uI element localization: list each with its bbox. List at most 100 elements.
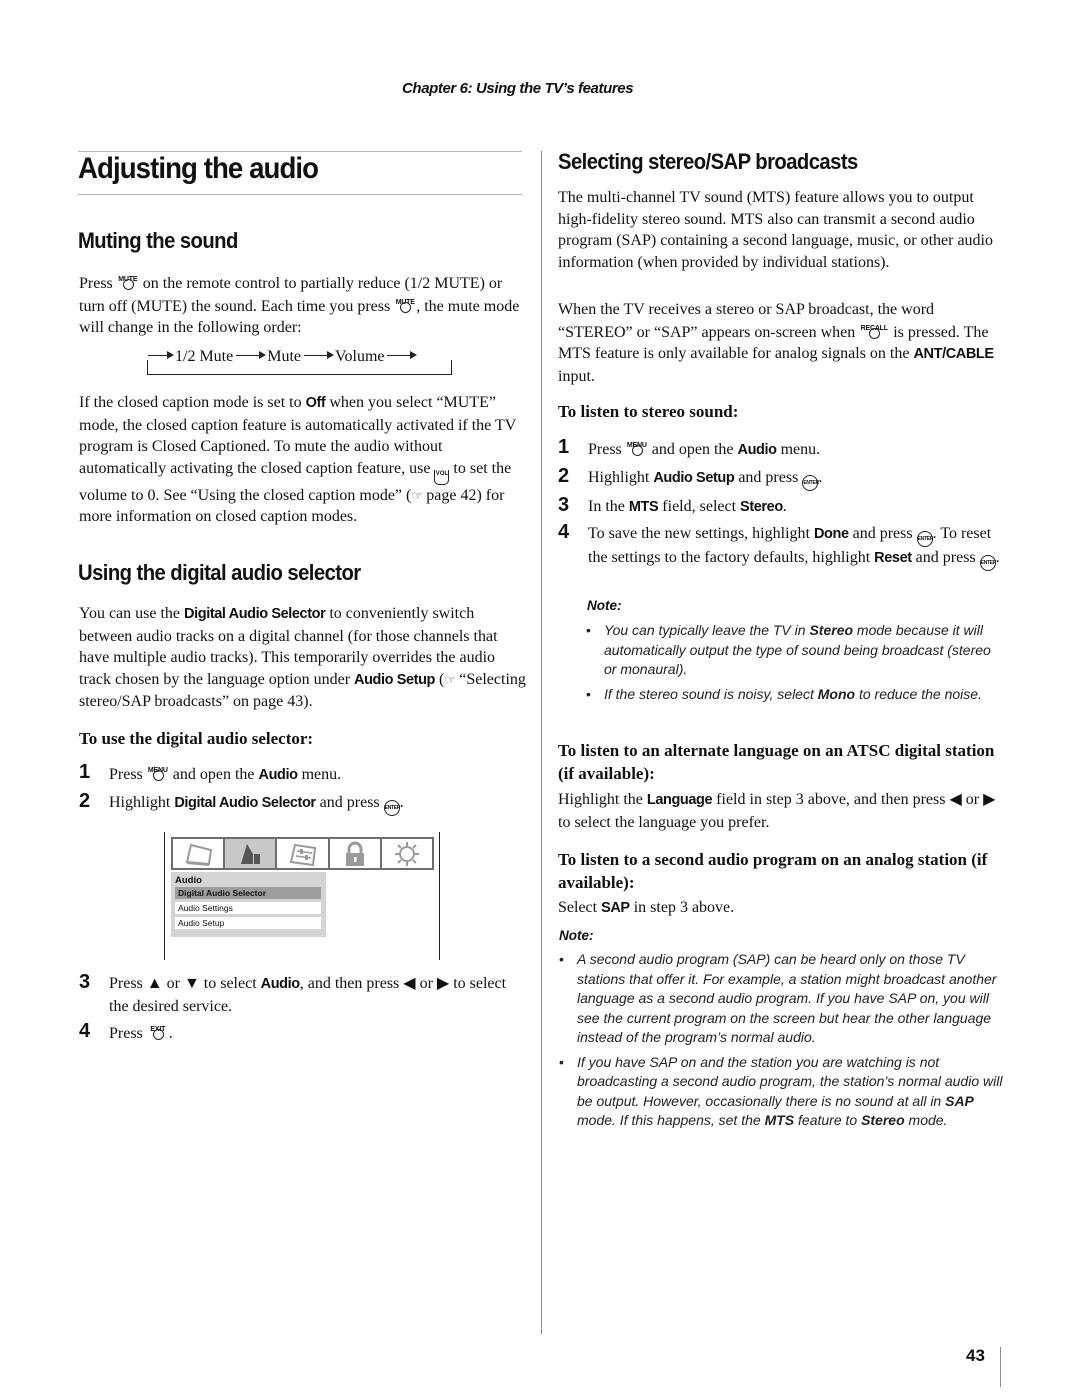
text: and press	[734, 468, 803, 486]
arrow-right-icon	[236, 351, 267, 359]
step-item: 2 Highlight Digital Audio Selector and p…	[79, 790, 529, 816]
key-circle	[869, 327, 881, 339]
step-item: 1 Press MENU and open the Audio menu.	[79, 761, 529, 787]
title-bottom-rule	[78, 194, 522, 195]
step-number: 4	[79, 1020, 91, 1042]
text: mode.	[904, 1112, 948, 1128]
column-divider	[541, 151, 542, 1334]
text: You can typically leave the TV in	[604, 622, 810, 638]
mute-button-icon: MUTE	[394, 295, 416, 313]
menu-title: Audio	[175, 875, 202, 886]
picture-icon	[185, 843, 213, 866]
text: in step 3 above.	[629, 899, 735, 916]
enter-button-icon: ENTER	[916, 531, 933, 547]
enter-button-icon: ENTER	[802, 474, 819, 491]
menu-item-audio-settings[interactable]: Audio Settings	[175, 902, 321, 914]
key-circle	[152, 1029, 164, 1040]
audio-menu-screenshot: Audio Digital Audio Selector Audio Setti…	[164, 832, 440, 960]
note-list-sap: • A second audio program (SAP) can be he…	[559, 950, 1009, 1136]
key-circle	[122, 279, 134, 290]
note-item: • If you have SAP on and the station you…	[559, 1053, 1009, 1131]
arrow-right-icon	[148, 351, 174, 359]
volume-button-icon: VOL	[434, 469, 450, 485]
text: Press ▲ or ▼ to select	[109, 975, 261, 992]
digital-steps-b: 3 Press ▲ or ▼ to select Audio, and then…	[79, 971, 529, 1050]
page-number-rule	[1000, 1347, 1001, 1387]
text: and press	[911, 549, 980, 566]
menu-item-digital-audio-selector[interactable]: Digital Audio Selector	[175, 887, 321, 899]
bold-term: Audio Setup	[653, 469, 735, 486]
step-item: 1 Press MENU and open the Audio menu.	[558, 436, 1008, 462]
step-number: 4	[558, 521, 570, 543]
bold-term: Audio	[258, 767, 298, 783]
bold-term: Stereo	[740, 498, 783, 515]
menu-tab-settings[interactable]	[277, 839, 328, 868]
menu-item-audio-setup[interactable]: Audio Setup	[175, 917, 321, 929]
text: If you have SAP on and the station you a…	[577, 1053, 1003, 1109]
text: You can use the	[79, 605, 185, 622]
stereo-steps: 1 Press MENU and open the Audio menu. 2 …	[558, 436, 1008, 576]
note-item: • If the stereo sound is noisy, select M…	[586, 685, 1006, 705]
bold-term: SAP	[945, 1092, 974, 1109]
text: Highlight	[588, 468, 654, 486]
bullet-icon: •	[559, 951, 564, 967]
bold-term: Reset	[874, 550, 912, 566]
bold-term: Off	[305, 395, 326, 411]
mute-button-icon: MUTE	[117, 272, 139, 290]
text: .	[818, 468, 823, 486]
digital-steps-a: 1 Press MENU and open the Audio menu. 2 …	[79, 761, 529, 821]
arrow-right-icon	[387, 351, 418, 359]
bold-term: SAP	[601, 900, 630, 916]
section-heading-stereo-sap: Selecting stereo/SAP broadcasts	[558, 149, 858, 174]
text: Press	[588, 441, 626, 458]
bold-term: Audio	[260, 976, 300, 992]
enter-button-icon: ENTER	[979, 555, 996, 571]
menu-tab-audio[interactable]	[225, 839, 276, 868]
lock-icon	[345, 841, 364, 866]
step-number: 3	[79, 971, 91, 993]
menu-tab-picture[interactable]	[173, 839, 224, 868]
bold-term: Done	[813, 526, 849, 542]
analog-sap-paragraph: Select SAP in step 3 above.	[558, 897, 1008, 920]
text: To save the new settings, highlight	[588, 525, 814, 542]
enter-button-icon: ENTER	[383, 799, 400, 816]
note-item: • You can typically leave the TV in Ster…	[586, 621, 1006, 680]
chapter-header: Chapter 6: Using the TV’s features	[402, 80, 634, 97]
bullet-icon: •	[586, 622, 591, 638]
cycle-row: 1/2 Mute Mute Volume	[148, 348, 418, 366]
text: Select	[558, 899, 602, 916]
step-item: 4 To save the new settings, highlight Do…	[558, 521, 1008, 571]
bold-term: Mono	[817, 685, 856, 702]
note-label: Note:	[587, 598, 622, 613]
text: .	[782, 497, 787, 515]
page-number: 43	[966, 1346, 985, 1365]
menu-tab-bar	[171, 837, 434, 870]
text: .	[399, 793, 404, 811]
cycle-step: Mute	[267, 348, 301, 365]
subheading-analog-sap: To listen to a second audio program on a…	[558, 850, 988, 892]
step-number: 3	[558, 493, 570, 516]
key-circle	[400, 301, 412, 313]
text: A second audio program (SAP) can be hear…	[577, 951, 997, 1045]
reference-pointer-icon: ☞	[411, 487, 427, 503]
text: and open the	[647, 441, 738, 458]
key-circle	[631, 445, 643, 456]
text: ).	[303, 693, 313, 710]
mute-cycle-diagram: 1/2 Mute Mute Volume	[146, 348, 452, 378]
menu-tab-lock[interactable]	[329, 839, 380, 868]
step-number: 1	[558, 436, 570, 458]
atsc-paragraph: Highlight the Language field in step 3 a…	[558, 789, 1008, 833]
sliders-icon	[289, 843, 316, 866]
step-item: 3 In the MTS field, select Stereo.	[558, 493, 1008, 519]
bullet-icon: •	[586, 685, 591, 702]
menu-tab-setup[interactable]	[381, 839, 433, 868]
page-reference-link[interactable]: page 42	[426, 487, 476, 504]
note-item: • A second audio program (SAP) can be he…	[559, 950, 1009, 1048]
muting-paragraph: Press MUTE on the remote control to part…	[79, 272, 529, 339]
stereo-sap-paragraph: When the TV receives a stereo or SAP bro…	[558, 299, 1008, 387]
subheading-stereo-sound: To listen to stereo sound:	[558, 402, 739, 421]
cycle-step: 1/2 Mute	[175, 348, 234, 365]
subheading-digital-selector: To use the digital audio selector:	[79, 729, 314, 748]
sun-gear-icon	[394, 841, 419, 866]
note-list-stereo: • You can typically leave the TV in Ster…	[586, 621, 1006, 709]
